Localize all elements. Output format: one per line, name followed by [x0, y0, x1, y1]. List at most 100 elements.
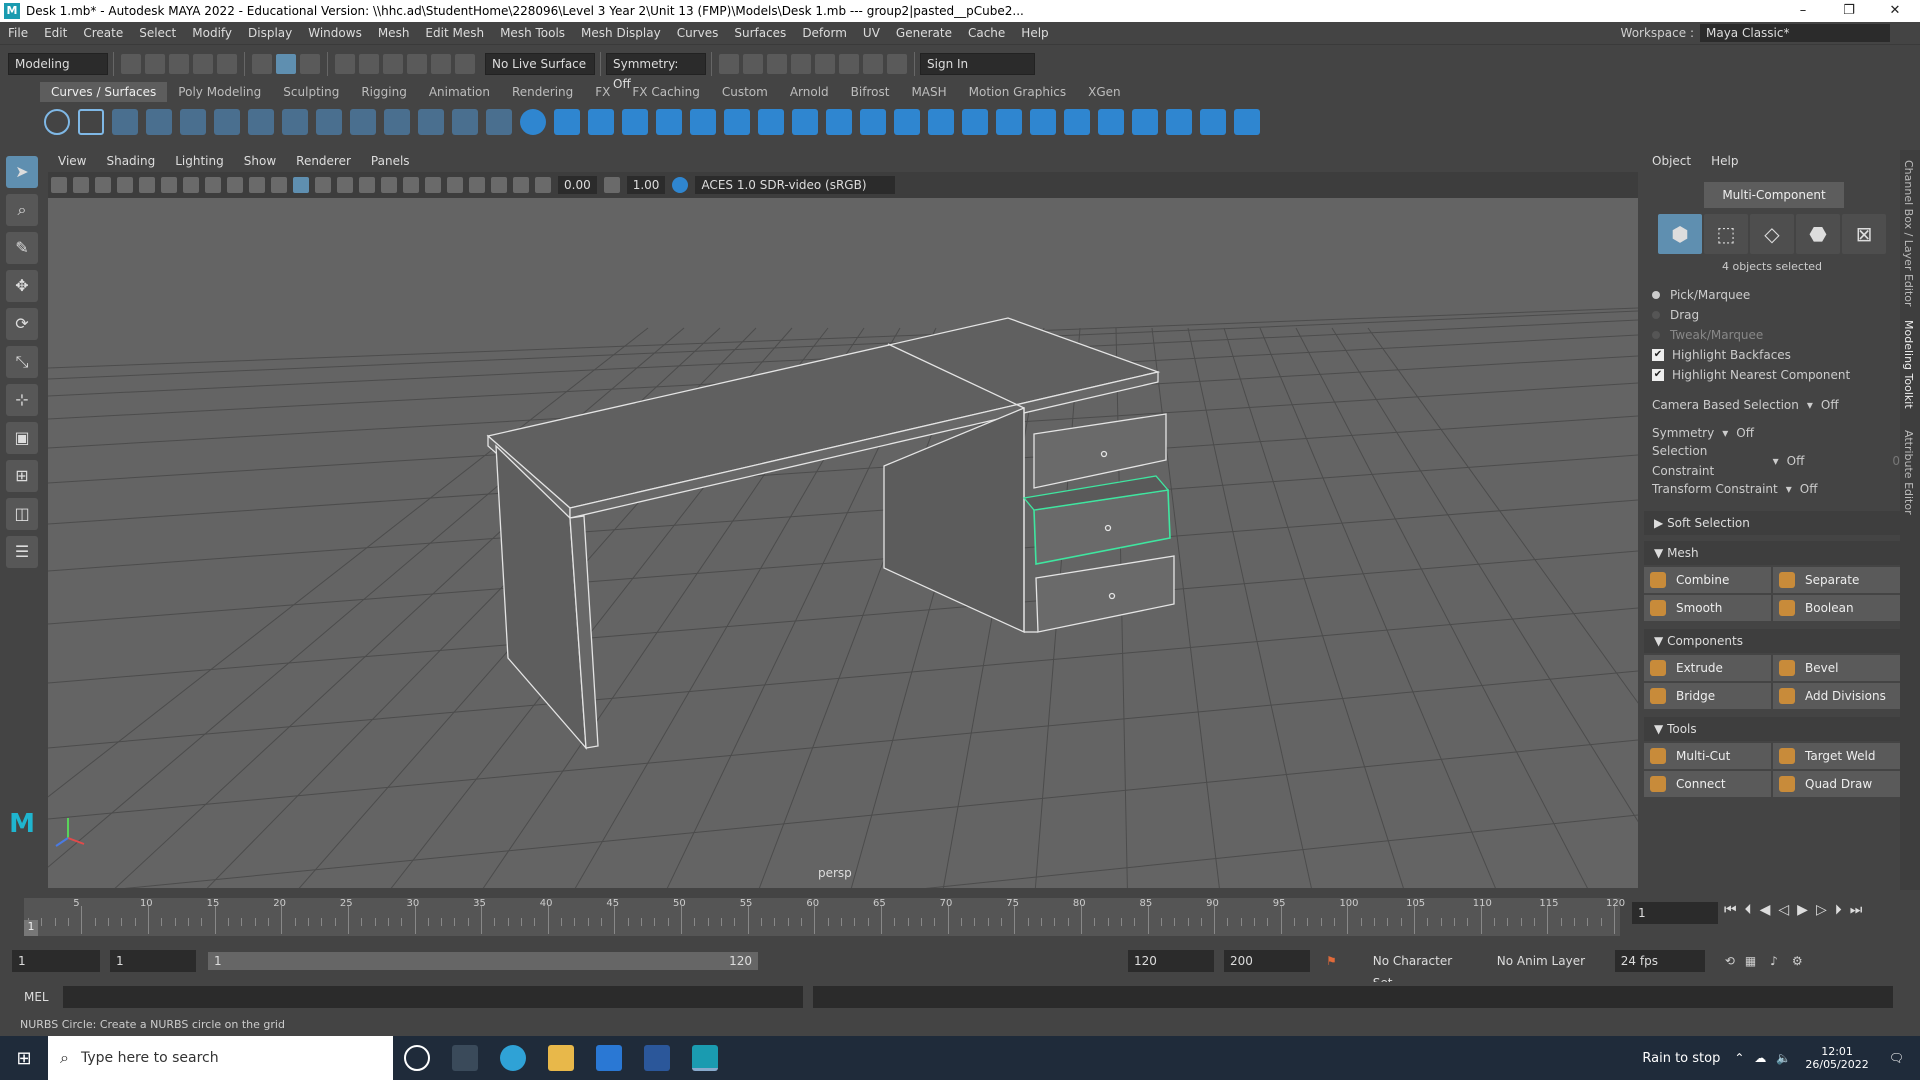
- soft-selection-header[interactable]: ▶ Soft Selection: [1644, 511, 1900, 535]
- quad-draw-button[interactable]: Quad Draw: [1773, 771, 1900, 797]
- bezier-curve-icon[interactable]: [214, 109, 240, 135]
- select-component-icon[interactable]: [300, 53, 320, 74]
- resolution-gate-icon[interactable]: [183, 177, 199, 193]
- minimize-button[interactable]: –: [1780, 0, 1826, 22]
- shelf-tab-curves-surfaces[interactable]: Curves / Surfaces: [40, 82, 168, 102]
- shelf-tab-fx[interactable]: FX: [584, 82, 621, 102]
- cv-curve-icon[interactable]: [180, 109, 206, 135]
- trim-tool-icon[interactable]: [996, 109, 1022, 135]
- wireframe-icon[interactable]: [271, 177, 287, 193]
- nurbs-circle-icon[interactable]: [44, 109, 70, 135]
- sign-in-dropdown[interactable]: Sign In: [920, 52, 1035, 75]
- render-setup-icon[interactable]: [839, 53, 859, 74]
- nurbs-cylinder-icon[interactable]: [588, 109, 614, 135]
- new-scene-icon[interactable]: [121, 53, 141, 74]
- birail-icon[interactable]: [860, 109, 886, 135]
- rotate-tool-icon[interactable]: ⟳: [6, 308, 38, 340]
- weather-status[interactable]: Rain to stop: [1642, 1051, 1720, 1066]
- extrude-button[interactable]: Extrude: [1644, 655, 1771, 681]
- side-tab-attribute-editor[interactable]: Attribute Editor: [1902, 430, 1915, 515]
- nurbs-torus-icon[interactable]: [690, 109, 716, 135]
- bridge-button[interactable]: Bridge: [1644, 683, 1771, 709]
- paint-select-icon[interactable]: ✎: [6, 232, 38, 264]
- connect-button[interactable]: Connect: [1644, 771, 1771, 797]
- nurbs-plane-icon[interactable]: [656, 109, 682, 135]
- taskbar-search[interactable]: ⌕ Type here to search: [48, 1036, 393, 1080]
- isolate-select-icon[interactable]: [469, 177, 485, 193]
- drawer-1-handle[interactable]: [1100, 450, 1108, 458]
- four-view-icon[interactable]: ⊞: [6, 460, 38, 492]
- image-plane-icon[interactable]: [117, 177, 133, 193]
- range-slider-start[interactable]: 1: [214, 954, 222, 968]
- motion-blur-icon[interactable]: [425, 177, 441, 193]
- radio-on[interactable]: [1652, 291, 1660, 299]
- components-section-header[interactable]: ▼ Components: [1644, 629, 1900, 653]
- sound-icon[interactable]: ♪: [1770, 954, 1778, 968]
- untrim-icon[interactable]: [1030, 109, 1056, 135]
- side-tab-modeling-toolkit[interactable]: Modeling Toolkit: [1902, 320, 1915, 409]
- ipr-render-icon[interactable]: [767, 53, 787, 74]
- nurbs-square-icon[interactable]: [78, 109, 104, 135]
- multi-component-button[interactable]: Multi-Component: [1704, 182, 1844, 208]
- render-frame-icon[interactable]: [743, 53, 763, 74]
- save-scene-icon[interactable]: [169, 53, 189, 74]
- edge-mode-icon[interactable]: ◇: [1750, 214, 1794, 254]
- multi-cut-button[interactable]: Multi-Cut: [1644, 743, 1771, 769]
- undo-icon[interactable]: [193, 53, 213, 74]
- uv-mode-icon[interactable]: ⊠: [1842, 214, 1886, 254]
- anim-layer-dropdown[interactable]: No Anim Layer: [1490, 950, 1601, 972]
- go-to-start-icon[interactable]: ⏮: [1724, 902, 1737, 918]
- cortana-icon[interactable]: [404, 1045, 430, 1071]
- drawer-3-handle[interactable]: [1108, 592, 1116, 600]
- menu-display[interactable]: Display: [240, 22, 300, 44]
- viewport-persp[interactable]: persp: [48, 198, 1638, 888]
- chevron-down-icon[interactable]: ▾: [1773, 451, 1779, 471]
- scale-tool-icon[interactable]: ⤡: [6, 346, 38, 378]
- shelf-tab-fx-caching[interactable]: FX Caching: [621, 82, 710, 102]
- face-mode-icon[interactable]: ⬣: [1796, 214, 1840, 254]
- animation-end-field[interactable]: 200: [1224, 950, 1310, 972]
- play-back-icon[interactable]: ◁: [1778, 902, 1789, 918]
- file-explorer-icon[interactable]: [548, 1045, 574, 1071]
- viewport-menu-lighting[interactable]: Lighting: [165, 150, 234, 172]
- viewport-menu-show[interactable]: Show: [234, 150, 286, 172]
- fps-dropdown[interactable]: 24 fps: [1614, 950, 1705, 972]
- curve-offset-icon[interactable]: [452, 109, 478, 135]
- add-divisions-button[interactable]: Add Divisions: [1773, 683, 1900, 709]
- render-settings-icon[interactable]: [791, 53, 811, 74]
- anti-alias-icon[interactable]: [447, 177, 463, 193]
- drawer-3[interactable]: [1035, 555, 1175, 633]
- mesh-section-header[interactable]: ▼ Mesh: [1644, 541, 1900, 565]
- viewport-menu-renderer[interactable]: Renderer: [286, 150, 361, 172]
- side-tab-channel-box[interactable]: Channel Box / Layer Editor: [1902, 160, 1915, 307]
- current-frame-field[interactable]: 1: [1632, 902, 1718, 924]
- gamma-icon[interactable]: [603, 177, 620, 193]
- snap-view-icon[interactable]: [407, 53, 427, 74]
- panel-tab-object[interactable]: Object: [1652, 154, 1691, 168]
- nurbs-cone-icon[interactable]: [622, 109, 648, 135]
- cabinet-side[interactable]: [883, 407, 1025, 634]
- tools-section-header[interactable]: ▼ Tools: [1644, 717, 1900, 741]
- open-scene-icon[interactable]: [145, 53, 165, 74]
- checkbox-checked[interactable]: ✔: [1652, 349, 1664, 361]
- project-curve-icon[interactable]: [1064, 109, 1090, 135]
- bevel-button[interactable]: Bevel: [1773, 655, 1900, 681]
- onedrive-icon[interactable]: ☁: [1754, 1051, 1766, 1065]
- shelf-tab-xgen[interactable]: XGen: [1077, 82, 1132, 102]
- lights-icon[interactable]: [359, 177, 375, 193]
- select-hierarchy-icon[interactable]: [252, 53, 272, 74]
- pause-viewport-icon[interactable]: [887, 53, 907, 74]
- safe-action-icon[interactable]: [249, 177, 265, 193]
- step-forward-frame-icon[interactable]: ▷: [1816, 902, 1827, 918]
- grid-toggle-icon[interactable]: [139, 177, 155, 193]
- word-icon[interactable]: [644, 1045, 670, 1071]
- arc-tool-icon[interactable]: [282, 109, 308, 135]
- panel-tab-help[interactable]: Help: [1711, 154, 1738, 168]
- bookmark-icon[interactable]: [95, 177, 111, 193]
- render-view-icon[interactable]: [719, 53, 739, 74]
- snap-grid-icon[interactable]: [335, 53, 355, 74]
- outliner-icon[interactable]: ☰: [6, 536, 38, 568]
- field-chart-icon[interactable]: [227, 177, 243, 193]
- exposure-field[interactable]: 0.00: [558, 176, 597, 194]
- drag-option[interactable]: Drag: [1644, 305, 1900, 325]
